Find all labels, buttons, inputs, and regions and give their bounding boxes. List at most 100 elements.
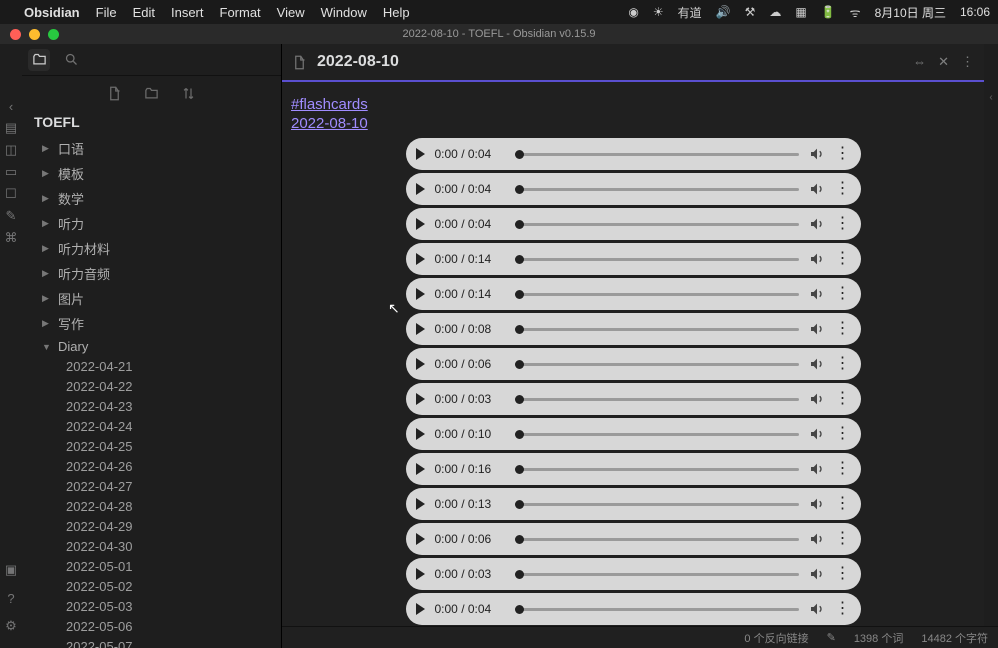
hammer-icon[interactable]: ⚒ bbox=[745, 5, 756, 19]
audio-player[interactable]: 0:00 / 0:14⋮ bbox=[406, 243, 861, 275]
tree-file[interactable]: 2022-05-01 bbox=[22, 557, 281, 577]
ribbon-template-icon[interactable]: ✎ bbox=[3, 208, 19, 224]
new-folder-icon[interactable] bbox=[144, 86, 159, 101]
menu-help[interactable]: Help bbox=[383, 5, 410, 20]
chevron-right-icon[interactable]: ▶ bbox=[42, 318, 54, 329]
sun-icon[interactable]: ☀ bbox=[653, 5, 664, 19]
play-icon[interactable] bbox=[416, 498, 425, 510]
menu-window[interactable]: Window bbox=[321, 5, 367, 20]
volume-icon[interactable] bbox=[809, 356, 825, 372]
audio-more-icon[interactable]: ⋮ bbox=[835, 360, 851, 368]
sidebar-tab-files-icon[interactable] bbox=[28, 49, 50, 71]
tree-file[interactable]: 2022-05-02 bbox=[22, 577, 281, 597]
ribbon-collapse-icon[interactable]: ‹ bbox=[3, 98, 19, 114]
chevron-down-icon[interactable]: ▼ bbox=[42, 342, 54, 352]
tree-file[interactable]: 2022-05-07 bbox=[22, 637, 281, 648]
volume-icon[interactable] bbox=[809, 146, 825, 162]
audio-seek-track[interactable] bbox=[515, 398, 799, 401]
window-close-icon[interactable] bbox=[10, 29, 21, 40]
volume-icon[interactable] bbox=[809, 321, 825, 337]
menu-insert[interactable]: Insert bbox=[171, 5, 204, 20]
volume-icon[interactable] bbox=[809, 601, 825, 617]
play-icon[interactable] bbox=[416, 183, 425, 195]
chevron-right-icon[interactable]: ▶ bbox=[42, 268, 54, 279]
menubar-app-name[interactable]: Obsidian bbox=[24, 5, 80, 20]
tree-file[interactable]: 2022-04-22 bbox=[22, 377, 281, 397]
tree-file[interactable]: 2022-04-29 bbox=[22, 517, 281, 537]
tree-file[interactable]: 2022-04-25 bbox=[22, 437, 281, 457]
grid-icon[interactable]: ▦ bbox=[795, 5, 806, 19]
ribbon-quickswitch-icon[interactable]: ▤ bbox=[3, 120, 19, 136]
play-icon[interactable] bbox=[416, 288, 425, 300]
ribbon-canvas-icon[interactable]: ▭ bbox=[3, 164, 19, 180]
tree-folder[interactable]: ▶听力 bbox=[22, 211, 281, 236]
sidebar-tab-search-icon[interactable] bbox=[60, 49, 82, 71]
ribbon-graph-icon[interactable]: ◫ bbox=[3, 142, 19, 158]
status-backlinks[interactable]: 0 个反向链接 bbox=[744, 630, 808, 646]
audio-seek-track[interactable] bbox=[515, 433, 799, 436]
audio-seek-track[interactable] bbox=[515, 538, 799, 541]
audio-player[interactable]: 0:00 / 0:03⋮ bbox=[406, 558, 861, 590]
play-icon[interactable] bbox=[416, 568, 425, 580]
play-icon[interactable] bbox=[416, 358, 425, 370]
ribbon-vault-icon[interactable]: ▣ bbox=[3, 562, 19, 578]
volume-icon[interactable] bbox=[809, 286, 825, 302]
audio-seek-track[interactable] bbox=[515, 608, 799, 611]
audio-seek-track[interactable] bbox=[515, 258, 799, 261]
audio-seek-track[interactable] bbox=[515, 363, 799, 366]
tree-folder[interactable]: ▶模板 bbox=[22, 161, 281, 186]
audio-player[interactable]: 0:00 / 0:04⋮ bbox=[406, 208, 861, 240]
sort-icon[interactable] bbox=[181, 86, 196, 101]
hashtag-link[interactable]: #flashcards bbox=[291, 96, 368, 113]
audio-more-icon[interactable]: ⋮ bbox=[835, 535, 851, 543]
volume-icon[interactable] bbox=[809, 391, 825, 407]
menu-view[interactable]: View bbox=[277, 5, 305, 20]
chevron-right-icon[interactable]: ▶ bbox=[42, 168, 54, 179]
status-edit-icon[interactable]: ✎ bbox=[827, 631, 836, 644]
play-icon[interactable] bbox=[416, 148, 425, 160]
window-minimize-icon[interactable] bbox=[29, 29, 40, 40]
audio-seek-track[interactable] bbox=[515, 328, 799, 331]
play-icon[interactable] bbox=[416, 253, 425, 265]
chevron-right-icon[interactable]: ▶ bbox=[42, 293, 54, 304]
volume-icon[interactable] bbox=[809, 496, 825, 512]
audio-player[interactable]: 0:00 / 0:08⋮ bbox=[406, 313, 861, 345]
play-icon[interactable] bbox=[416, 463, 425, 475]
tree-folder[interactable]: ▶听力音频 bbox=[22, 261, 281, 286]
tree-file[interactable]: 2022-04-27 bbox=[22, 477, 281, 497]
chevron-right-icon[interactable]: ▶ bbox=[42, 243, 54, 254]
close-tab-icon[interactable]: ✕ bbox=[938, 54, 949, 70]
youdao-text[interactable]: 有道 bbox=[678, 4, 702, 21]
ribbon-command-icon[interactable]: ⌘ bbox=[3, 230, 19, 246]
chevron-right-icon[interactable]: ▶ bbox=[42, 143, 54, 154]
audio-player[interactable]: 0:00 / 0:04⋮ bbox=[406, 593, 861, 625]
audio-player[interactable]: 0:00 / 0:03⋮ bbox=[406, 383, 861, 415]
audio-player[interactable]: 0:00 / 0:06⋮ bbox=[406, 523, 861, 555]
tree-file[interactable]: 2022-05-06 bbox=[22, 617, 281, 637]
audio-player[interactable]: 0:00 / 0:10⋮ bbox=[406, 418, 861, 450]
audio-more-icon[interactable]: ⋮ bbox=[835, 325, 851, 333]
wifi-icon[interactable]: ᯤ bbox=[850, 4, 861, 21]
tree-file[interactable]: 2022-04-28 bbox=[22, 497, 281, 517]
tree-folder[interactable]: ▶图片 bbox=[22, 286, 281, 311]
tree-folder[interactable]: ▶数学 bbox=[22, 186, 281, 211]
ribbon-settings-icon[interactable]: ⚙ bbox=[3, 618, 19, 634]
link-pane-icon[interactable]: ⇔ bbox=[913, 54, 926, 70]
editor-body[interactable]: #flashcards 2022-08-10 0:00 / 0:04⋮0:00 … bbox=[282, 82, 984, 648]
volume-icon[interactable] bbox=[809, 461, 825, 477]
audio-more-icon[interactable]: ⋮ bbox=[835, 150, 851, 158]
audio-more-icon[interactable]: ⋮ bbox=[835, 255, 851, 263]
audio-player[interactable]: 0:00 / 0:04⋮ bbox=[406, 173, 861, 205]
tree-file[interactable]: 2022-04-30 bbox=[22, 537, 281, 557]
tree-folder[interactable]: ▼Diary bbox=[22, 336, 281, 357]
right-sidebar-collapsed[interactable]: ‹ bbox=[984, 44, 998, 648]
audio-seek-track[interactable] bbox=[515, 188, 799, 191]
volume-icon[interactable] bbox=[809, 531, 825, 547]
audio-more-icon[interactable]: ⋮ bbox=[835, 220, 851, 228]
volume-icon[interactable] bbox=[809, 181, 825, 197]
audio-more-icon[interactable]: ⋮ bbox=[835, 395, 851, 403]
menu-format[interactable]: Format bbox=[220, 5, 261, 20]
audio-seek-track[interactable] bbox=[515, 503, 799, 506]
audio-seek-track[interactable] bbox=[515, 573, 799, 576]
audio-player[interactable]: 0:00 / 0:06⋮ bbox=[406, 348, 861, 380]
